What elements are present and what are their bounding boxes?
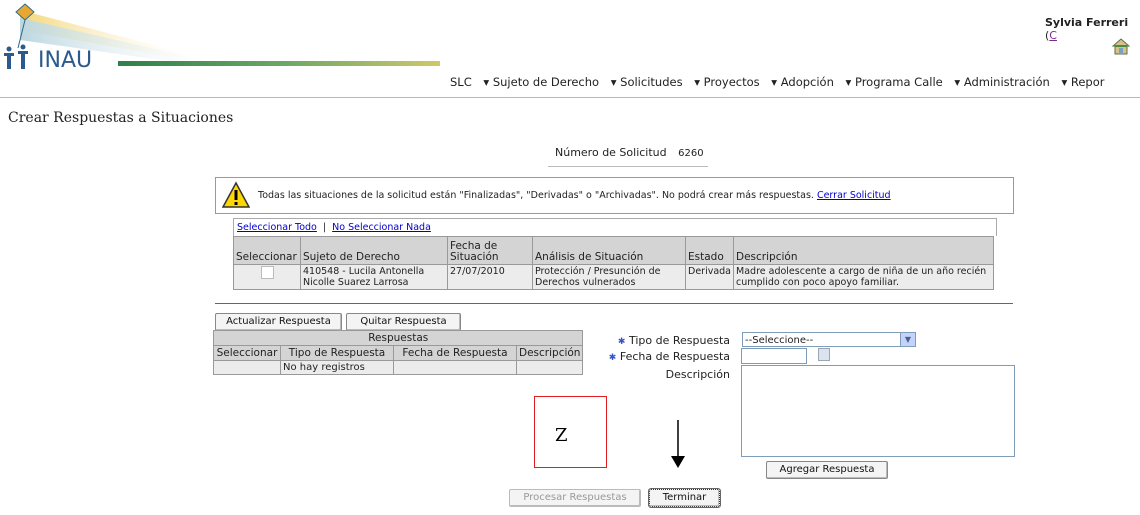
table-row: 410548 - Lucila Antonella Nicolle Suarez…	[233, 264, 995, 290]
col-descripcion: Descripción	[733, 236, 995, 265]
solicitud-value: 6260	[678, 148, 704, 159]
selection-links: Seleccionar Todo | No Seleccionar Nada	[233, 218, 997, 236]
calendar-icon[interactable]	[818, 348, 830, 361]
situations-table: Seleccionar Sujeto de Derecho Fecha de S…	[233, 236, 995, 290]
add-response-button[interactable]: Agregar Respuesta	[766, 461, 888, 479]
responses-table: Respuestas Seleccionar Tipo de Respuesta…	[212, 330, 584, 375]
row-estado: Derivada	[684, 264, 735, 290]
annotation-label: Z	[555, 425, 568, 446]
remove-response-button[interactable]: Quitar Respuesta	[346, 313, 461, 331]
descripcion-textarea[interactable]	[741, 365, 1015, 457]
nav-programa-calle[interactable]: ▾ Programa Calle	[846, 75, 943, 89]
fecha-respuesta-input[interactable]	[741, 348, 807, 364]
brand-bar	[118, 61, 440, 66]
row-fecha: 27/07/2010	[447, 264, 533, 290]
process-responses-button[interactable]: Procesar Respuestas	[509, 489, 641, 507]
col-fecha: Fecha de Situación	[447, 236, 533, 265]
arrow-down-icon	[671, 420, 685, 468]
close-solicitud-link[interactable]: Cerrar Solicitud	[817, 190, 891, 201]
annotation-box	[534, 396, 607, 468]
nav-solicitudes[interactable]: ▾ Solicitudes	[611, 75, 683, 89]
select-none-link[interactable]: No Seleccionar Nada	[332, 222, 431, 233]
tipo-label: ✱ Tipo de Respuesta	[617, 334, 730, 347]
col-sujeto: Sujeto de Derecho	[300, 236, 448, 265]
fecha-label: ✱ Fecha de Respuesta	[608, 350, 730, 363]
warning-box: Todas las situaciones de la solicitud es…	[215, 177, 1014, 214]
header-divider	[0, 97, 1140, 98]
row-descripcion: Madre adolescente a cargo de niña de un …	[733, 264, 995, 290]
resp-col-seleccionar: Seleccionar	[213, 345, 281, 361]
nav-reportes[interactable]: ▾ Repor	[1061, 75, 1104, 89]
chevron-down-icon[interactable]: ▼	[900, 333, 915, 346]
warning-icon	[222, 181, 250, 208]
resp-col-tipo: Tipo de Respuesta	[280, 345, 394, 361]
row-analisis: Protección / Presunción de Derechos vuln…	[532, 264, 686, 290]
col-estado: Estado	[684, 236, 735, 265]
table-row: No hay registros	[213, 360, 584, 375]
empty-message: No hay registros	[280, 360, 394, 375]
row-checkbox[interactable]	[260, 266, 274, 279]
nav-sujeto-de-derecho[interactable]: ▾ Sujeto de Derecho	[483, 75, 599, 89]
resp-col-descripcion: Descripción	[515, 345, 584, 361]
responses-table-title: Respuestas	[212, 330, 584, 346]
resp-col-fecha: Fecha de Respuesta	[393, 345, 517, 361]
required-icon: ✱	[617, 337, 626, 347]
required-icon: ✱	[608, 353, 617, 363]
nav-administracion[interactable]: ▾ Administración	[954, 75, 1049, 89]
section-divider	[215, 303, 1013, 304]
update-response-button[interactable]: Actualizar Respuesta	[215, 313, 342, 331]
solicitud-underline	[548, 166, 708, 167]
solicitud-label: Número de Solicitud	[555, 146, 667, 159]
logout-link[interactable]: C	[1049, 29, 1057, 42]
warning-message: Todas las situaciones de la solicitud es…	[258, 190, 814, 201]
nav-proyectos[interactable]: ▾ Proyectos	[694, 75, 759, 89]
solicitud-number: Número de Solicitud 6260	[555, 146, 704, 159]
descripcion-label: Descripción	[665, 368, 730, 381]
col-analisis: Análisis de Situación	[532, 236, 686, 265]
table-header-row: Seleccionar Sujeto de Derecho Fecha de S…	[233, 236, 995, 265]
col-seleccionar: Seleccionar	[233, 236, 301, 265]
page-title: Crear Respuestas a Situaciones	[8, 110, 234, 126]
home-icon[interactable]	[1111, 38, 1131, 59]
main-nav: SLC ▾ Sujeto de Derecho ▾ Solicitudes ▾ …	[450, 75, 1113, 89]
select-all-link[interactable]: Seleccionar Todo	[237, 222, 317, 233]
nav-slc[interactable]: SLC	[450, 75, 472, 89]
row-sujeto: 410548 - Lucila Antonella Nicolle Suarez…	[300, 264, 448, 290]
inau-logo[interactable]: INAU	[0, 0, 440, 100]
finish-button[interactable]: Terminar	[648, 488, 721, 508]
brand-text: INAU	[38, 48, 93, 73]
nav-adopcion[interactable]: ▾ Adopción	[771, 75, 834, 89]
tipo-respuesta-select[interactable]: --Seleccione-- ▼	[742, 332, 916, 347]
